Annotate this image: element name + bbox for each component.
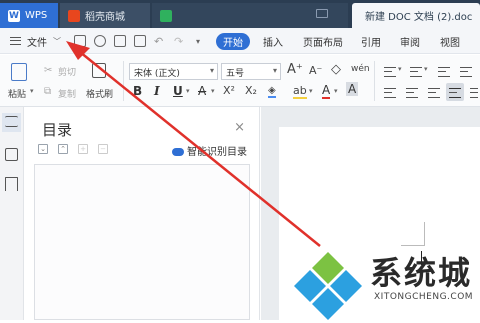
tab-review[interactable]: 审阅 — [400, 28, 420, 54]
tab-view[interactable]: 视图 — [440, 28, 460, 54]
tab-wps-home[interactable]: W WPS — [0, 3, 58, 28]
bold-button[interactable]: B — [133, 84, 142, 98]
strike-dropdown-icon[interactable]: ▾ — [211, 87, 215, 95]
spreadsheet-icon — [160, 9, 172, 22]
chevron-down-icon: ▾ — [209, 66, 214, 75]
wps-logo-icon: W — [8, 9, 20, 22]
tab-page-layout[interactable]: 页面布局 — [303, 28, 343, 54]
smart-recognize-toc-button[interactable]: 智能识别目录 — [172, 143, 247, 158]
chapter-nav-icon[interactable] — [5, 148, 18, 161]
format-painter-button[interactable]: 格式刷 — [86, 87, 113, 100]
chevron-down-icon[interactable]: ﹀ — [53, 28, 61, 54]
toc-title: 目录 — [42, 121, 73, 139]
distributed-align-icon[interactable] — [470, 88, 478, 98]
tab-label: WPS — [25, 10, 48, 21]
superscript-button[interactable]: X² — [223, 84, 235, 97]
expand-all-icon[interactable]: ⌃ — [58, 144, 68, 154]
underline-dropdown-icon[interactable]: ▾ — [186, 87, 190, 95]
toc-content-area — [34, 164, 250, 320]
save-icon[interactable] — [74, 35, 86, 47]
add-item-icon[interactable]: + — [78, 144, 88, 154]
smart-recognize-label: 智能识别目录 — [187, 147, 247, 158]
paste-icon[interactable] — [11, 63, 27, 81]
bullet-list-icon[interactable] — [384, 67, 396, 77]
close-icon[interactable]: × — [234, 120, 245, 135]
watermark-brand: 系统城 — [370, 254, 473, 292]
diamond-logo-icon — [294, 252, 362, 320]
tab-document[interactable]: 新建 DOC 文档 (2).doc — [352, 3, 480, 28]
scissors-icon: ✂ — [44, 65, 53, 76]
undo-icon[interactable]: ↶ — [154, 28, 163, 54]
export-pdf-icon[interactable] — [94, 35, 106, 47]
justify-icon[interactable] — [449, 88, 461, 98]
copy-icon: ⧉ — [44, 86, 52, 97]
highlight-button[interactable]: ab — [293, 84, 307, 99]
tab-daoke-store[interactable]: 稻壳商城 — [60, 3, 150, 28]
strikethrough-button[interactable]: A — [198, 84, 206, 98]
toc-panel: 目录 × ⌄ ⌃ + − 智能识别目录 — [24, 107, 260, 320]
watermark-url: XITONGCHENG.COM — [374, 292, 474, 302]
highlight-dropdown-icon[interactable]: ▾ — [309, 87, 313, 95]
fill-color-button[interactable]: ◈ — [268, 85, 276, 98]
align-center-icon[interactable] — [406, 88, 418, 98]
copy-button[interactable]: 复制 — [58, 87, 76, 100]
italic-button[interactable]: I — [154, 84, 160, 98]
tab-insert[interactable]: 插入 — [263, 28, 283, 54]
monitor-icon[interactable] — [316, 9, 328, 18]
margin-corner-mark — [401, 222, 425, 246]
numbered-list-icon[interactable] — [410, 67, 422, 77]
character-shading-button[interactable]: A — [346, 82, 359, 96]
tab-label: 稻壳商城 — [85, 12, 125, 23]
font-name-value: 宋体 (正文) — [134, 69, 180, 79]
paste-button[interactable]: 粘贴 — [8, 87, 26, 100]
cut-button[interactable]: 剪切 — [58, 65, 76, 78]
divider — [374, 61, 375, 101]
smart-recognize-icon — [172, 148, 184, 156]
ribbon-toolbar: 粘贴 ▾ ✂ 剪切 ⧉ 复制 格式刷 宋体 (正文) ▾ 五号 ▾ A⁺ A⁻ … — [0, 55, 480, 107]
file-menu[interactable]: 文件 — [27, 28, 47, 54]
font-color-dropdown-icon[interactable]: ▾ — [334, 87, 338, 95]
font-size-select[interactable]: 五号 ▾ — [221, 63, 281, 80]
tab-label: 新建 DOC 文档 (2).doc — [365, 12, 473, 23]
phonetic-guide-button[interactable]: wén — [351, 64, 370, 74]
subscript-button[interactable]: X₂ — [245, 84, 257, 97]
increase-indent-icon[interactable] — [460, 67, 472, 77]
shrink-font-button[interactable]: A⁻ — [309, 64, 322, 77]
font-size-value: 五号 — [226, 69, 245, 79]
quick-access-more-icon[interactable]: ▾ — [196, 28, 200, 54]
toc-nav-icon[interactable] — [5, 116, 18, 127]
divider — [123, 61, 124, 101]
print-icon[interactable] — [114, 35, 126, 47]
paste-dropdown-icon[interactable]: ▾ — [30, 87, 34, 95]
font-name-select[interactable]: 宋体 (正文) ▾ — [129, 63, 218, 80]
clear-format-button[interactable]: ◇ — [331, 62, 341, 77]
daoke-icon — [68, 9, 80, 22]
title-bar: W WPS 稻壳商城 新建 DOC 文档 (2).doc — [0, 0, 480, 28]
font-color-button[interactable]: A — [322, 83, 331, 99]
left-nav-strip — [0, 107, 24, 320]
tab-start[interactable]: 开始 — [216, 33, 250, 50]
tab-spreadsheet[interactable] — [152, 3, 348, 28]
decrease-indent-icon[interactable] — [438, 67, 450, 77]
collapse-all-icon[interactable]: ⌄ — [38, 144, 48, 154]
align-right-icon[interactable] — [428, 88, 440, 98]
grow-font-button[interactable]: A⁺ — [287, 62, 303, 77]
tab-references[interactable]: 引用 — [361, 28, 381, 54]
menu-bar: 文件 ﹀ ↶ ↷ ▾ 开始 插入 页面布局 引用 审阅 视图 — [0, 28, 480, 54]
remove-item-icon[interactable]: − — [98, 144, 108, 154]
hamburger-menu-icon[interactable] — [10, 37, 21, 45]
watermark-logo: 系统城 XITONGCHENG.COM — [288, 248, 480, 320]
numbered-dropdown-icon[interactable]: ▾ — [424, 65, 428, 73]
align-left-icon[interactable] — [384, 88, 396, 98]
print-preview-icon[interactable] — [134, 35, 146, 47]
underline-button[interactable]: U — [173, 84, 183, 98]
bookmark-icon[interactable] — [5, 177, 18, 191]
format-painter-icon — [92, 63, 106, 78]
redo-icon[interactable]: ↷ — [174, 28, 183, 54]
chevron-down-icon: ▾ — [272, 66, 277, 75]
bullet-dropdown-icon[interactable]: ▾ — [398, 65, 402, 73]
